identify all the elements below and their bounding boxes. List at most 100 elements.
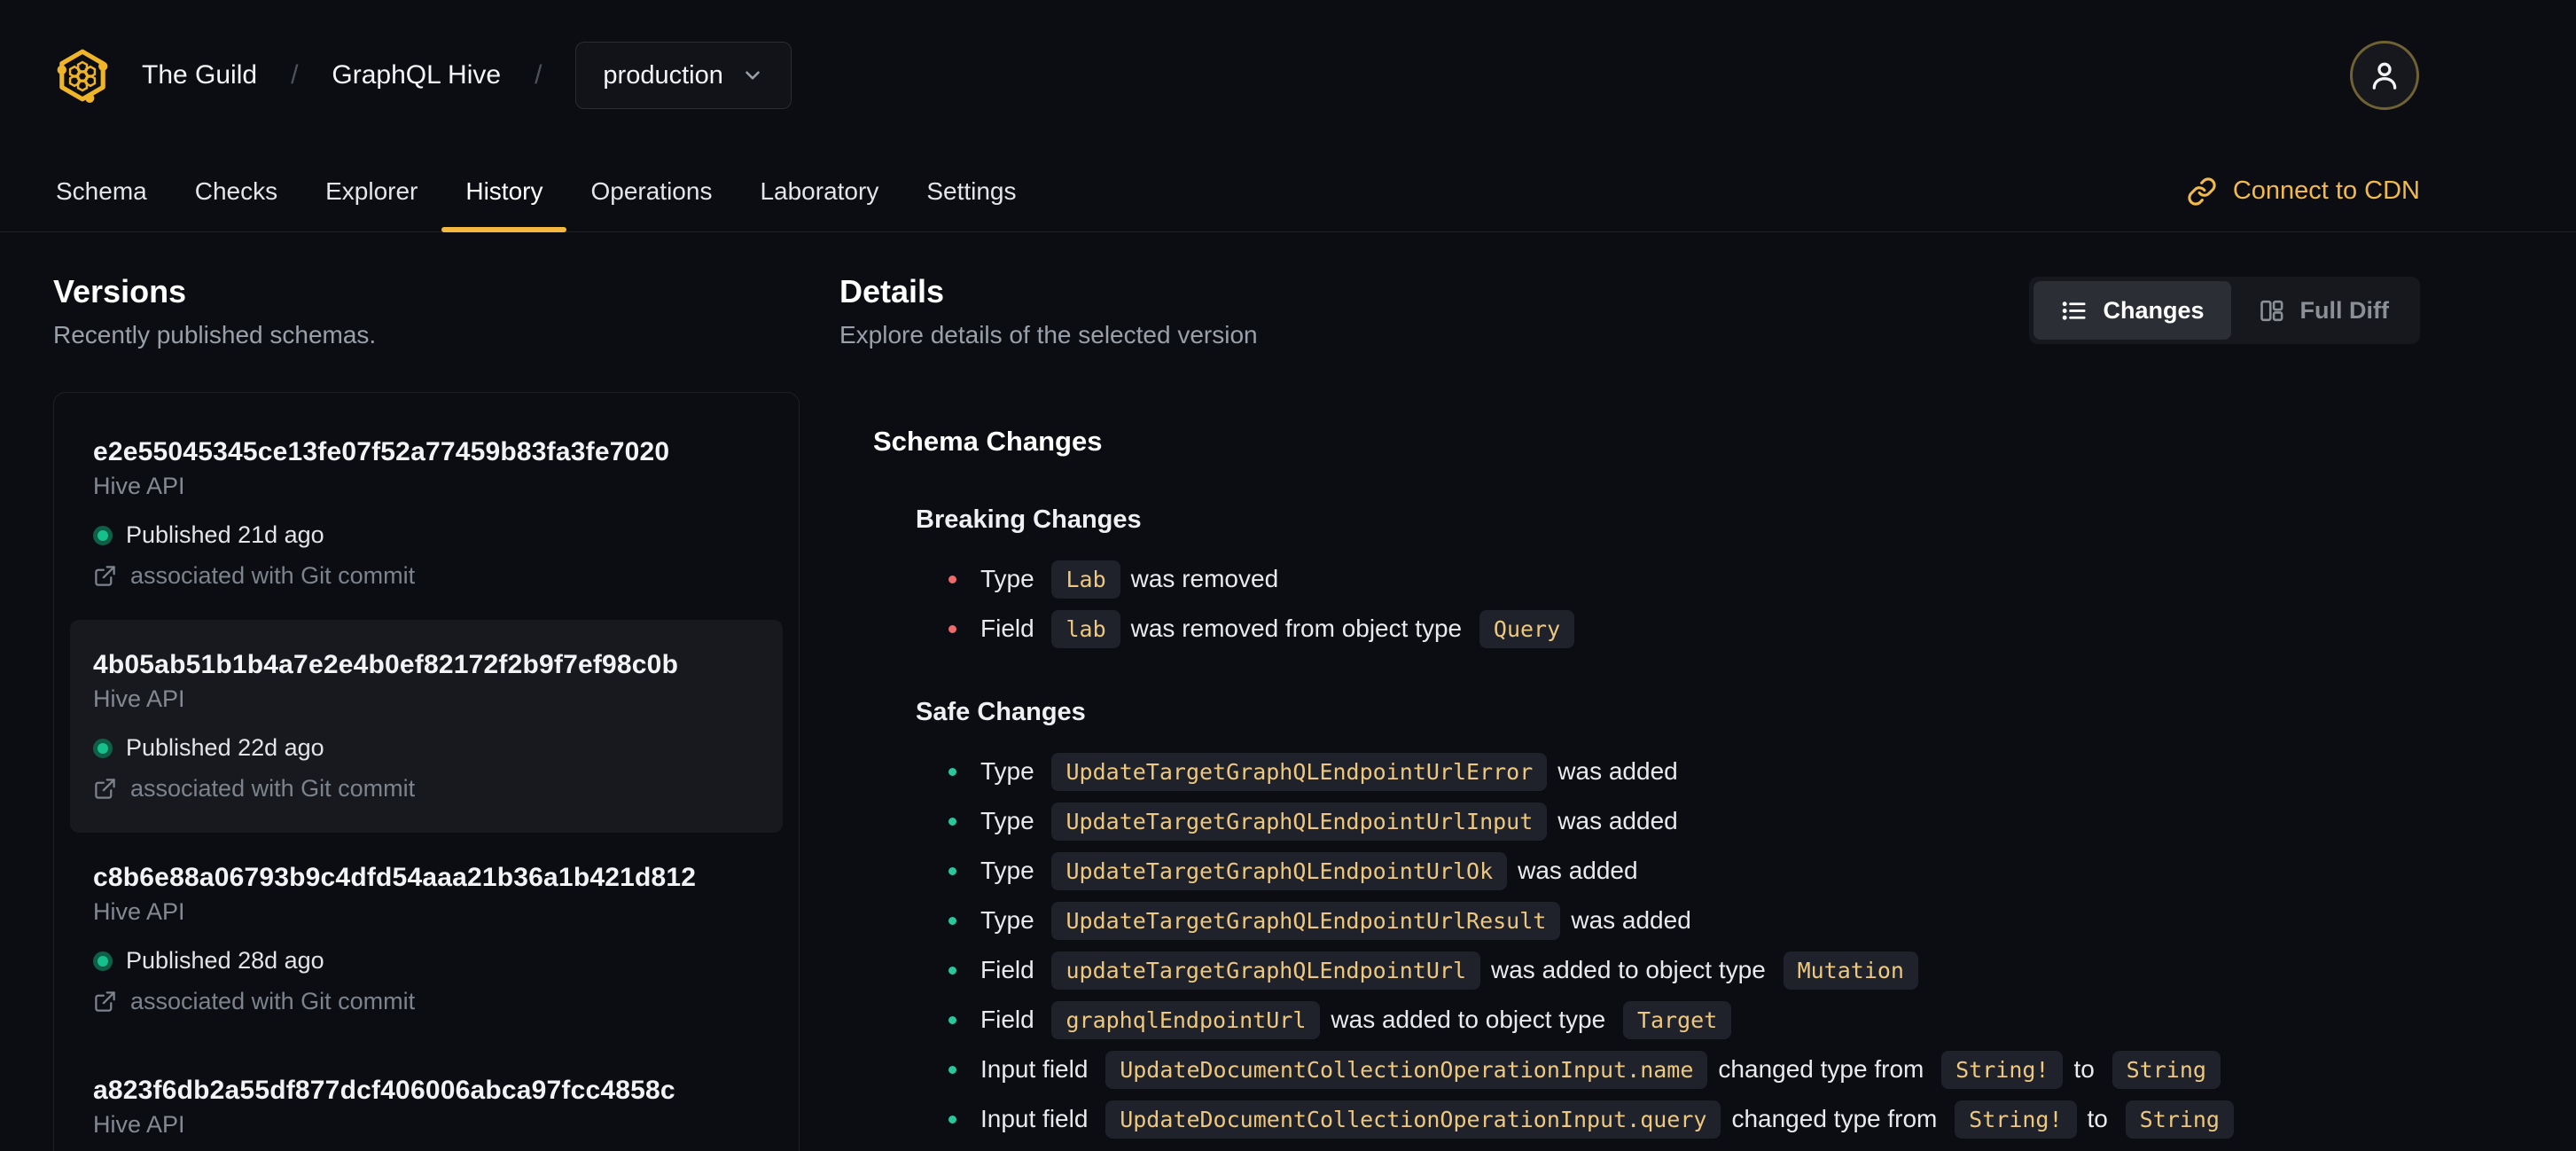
nav-tab-laboratory[interactable]: Laboratory bbox=[736, 151, 902, 231]
version-hash: c8b6e88a06793b9c4dfd54aaa21b36a1b421d812 bbox=[93, 863, 697, 892]
change-group-title: Safe Changes bbox=[916, 698, 1086, 726]
change-row: Input field UpdateDocumentCollectionOper… bbox=[916, 1098, 2420, 1140]
change-row: Type UpdateTargetGraphQLEndpointUrlResul… bbox=[916, 899, 2420, 942]
code-chip: UpdateTargetGraphQLEndpointUrlOk bbox=[1051, 851, 1508, 890]
full-diff-view-button[interactable]: Full Diff bbox=[2231, 281, 2416, 340]
target-select-value: production bbox=[603, 60, 723, 90]
external-link-icon bbox=[95, 779, 115, 799]
version-git-text: associated with Git commit bbox=[130, 988, 416, 1014]
code-chip: String bbox=[2112, 1050, 2221, 1089]
version-card[interactable]: c8b6e88a06793b9c4dfd54aaa21b36a1b421d812… bbox=[70, 833, 783, 1045]
version-git-link[interactable]: associated with Git commit bbox=[93, 988, 760, 1015]
code-chip: UpdateTargetGraphQLEndpointUrlError bbox=[1051, 752, 1548, 791]
change-text: was removed bbox=[1130, 565, 1285, 592]
version-published-text: Published 22d ago bbox=[126, 734, 324, 761]
nav-tab-operations[interactable]: Operations bbox=[566, 151, 736, 231]
nav-tab-explorer[interactable]: Explorer bbox=[301, 151, 441, 231]
breadcrumb-org[interactable]: The Guild bbox=[142, 60, 257, 90]
change-text: was added bbox=[1518, 857, 1645, 884]
change-bullet bbox=[948, 575, 956, 583]
changes-view-button[interactable]: Changes bbox=[2033, 281, 2231, 340]
version-hash: a823f6db2a55df877dcf406006abca97fcc4858c bbox=[93, 1076, 675, 1105]
details-title: Details bbox=[839, 273, 945, 309]
code-chip: Lab bbox=[1051, 560, 1120, 599]
change-list: Type Lab was removed Field lab was removed… bbox=[916, 558, 2420, 650]
change-text: Input field bbox=[980, 1105, 1096, 1132]
change-text: Type bbox=[980, 757, 1042, 785]
published-status-dot bbox=[93, 525, 113, 545]
hive-logo-icon[interactable] bbox=[53, 44, 112, 106]
nav-tab-checks[interactable]: Checks bbox=[171, 151, 301, 231]
target-select[interactable]: production bbox=[575, 42, 792, 109]
list-icon bbox=[2063, 301, 2087, 320]
versions-subtitle: Recently published schemas. bbox=[53, 321, 377, 348]
nav-tab-history[interactable]: History bbox=[441, 151, 567, 232]
version-service: Hive API bbox=[93, 1111, 185, 1138]
version-service: Hive API bbox=[93, 898, 185, 925]
breadcrumb: The Guild / GraphQL Hive / production bbox=[53, 42, 792, 109]
change-row: Type UpdateTargetGraphQLEndpointUrlError… bbox=[916, 750, 2420, 793]
change-text: Field bbox=[980, 1006, 1042, 1033]
version-card[interactable]: e2e55045345ce13fe07f52a77459b83fa3fe7020… bbox=[70, 407, 783, 620]
change-text: was removed from object type bbox=[1130, 615, 1469, 642]
change-list: Type UpdateTargetGraphQLEndpointUrlError… bbox=[916, 750, 2420, 1140]
code-chip: String! bbox=[1941, 1050, 2064, 1089]
change-row: Type UpdateTargetGraphQLEndpointUrlInput… bbox=[916, 800, 2420, 842]
code-chip: lab bbox=[1051, 609, 1120, 648]
change-bullet bbox=[948, 1065, 956, 1074]
version-git-text: associated with Git commit bbox=[130, 775, 416, 802]
version-card[interactable]: 4b05ab51b1b4a7e2e4b0ef82172f2b9f7ef98c0b… bbox=[70, 620, 783, 833]
change-text: Type bbox=[980, 565, 1042, 592]
published-status-dot bbox=[93, 738, 113, 758]
change-text: Type bbox=[980, 857, 1042, 884]
change-text: Type bbox=[980, 807, 1042, 834]
code-chip: String! bbox=[1955, 1100, 2077, 1139]
top-bar: The Guild / GraphQL Hive / production bbox=[0, 0, 2576, 151]
versions-panel: Versions Recently published schemas. e2e… bbox=[53, 273, 800, 1151]
change-groups: Breaking Changes Type Lab was removed Fie… bbox=[873, 505, 2420, 1140]
breadcrumb-separator: / bbox=[535, 60, 543, 90]
nav-tab-schema[interactable]: Schema bbox=[32, 151, 171, 231]
user-avatar[interactable] bbox=[2350, 41, 2419, 110]
code-chip: updateTargetGraphQLEndpointUrl bbox=[1051, 951, 1481, 990]
code-chip: Mutation bbox=[1783, 951, 1918, 990]
external-link-icon bbox=[95, 566, 115, 586]
change-bullet bbox=[948, 817, 956, 826]
code-chip: UpdateTargetGraphQLEndpointUrlResult bbox=[1051, 901, 1561, 940]
version-git-link[interactable]: associated with Git commit bbox=[93, 562, 760, 590]
change-row: Type Lab was removed bbox=[916, 558, 2420, 600]
change-bullet bbox=[948, 1015, 956, 1024]
change-text: Field bbox=[980, 956, 1042, 983]
version-published-text: Published 21d ago bbox=[126, 521, 324, 548]
change-bullet bbox=[948, 866, 956, 875]
change-text: was added bbox=[1557, 807, 1685, 834]
connect-to-cdn-link[interactable]: Connect to CDN bbox=[2187, 151, 2420, 231]
nav-tab-settings[interactable]: Settings bbox=[902, 151, 1040, 231]
version-git-link[interactable]: associated with Git commit bbox=[93, 775, 760, 803]
code-chip: String bbox=[2125, 1100, 2234, 1139]
full-diff-view-label: Full Diff bbox=[2299, 296, 2389, 324]
version-list: e2e55045345ce13fe07f52a77459b83fa3fe7020… bbox=[53, 392, 800, 1151]
change-row: Field updateTargetGraphQLEndpointUrl was … bbox=[916, 949, 2420, 991]
change-bullet bbox=[948, 624, 956, 633]
schema-changes-section: Schema Changes Breaking Changes Type Lab… bbox=[873, 426, 2420, 1140]
change-text: to bbox=[2073, 1055, 2102, 1083]
code-chip: Query bbox=[1479, 609, 1575, 648]
code-chip: UpdateDocumentCollectionOperationInput.q… bbox=[1105, 1100, 1721, 1139]
change-text: changed type from bbox=[1718, 1055, 1932, 1083]
change-group-title: Breaking Changes bbox=[916, 505, 1142, 534]
version-service: Hive API bbox=[93, 685, 185, 712]
change-row: Field graphqlEndpointUrl was added to obj… bbox=[916, 998, 2420, 1041]
version-card[interactable]: a823f6db2a55df877dcf406006abca97fcc4858c… bbox=[70, 1045, 783, 1151]
changes-view-label: Changes bbox=[2103, 296, 2205, 324]
external-link-icon bbox=[95, 991, 115, 1012]
change-text: Field bbox=[980, 615, 1042, 642]
version-hash: 4b05ab51b1b4a7e2e4b0ef82172f2b9f7ef98c0b bbox=[93, 650, 679, 679]
version-status: Published 21d ago bbox=[93, 521, 760, 549]
change-group: Safe Changes Type UpdateTargetGraphQLEnd… bbox=[916, 698, 2420, 1140]
breadcrumb-project[interactable]: GraphQL Hive bbox=[332, 60, 501, 90]
change-bullet bbox=[948, 966, 956, 975]
project-nav: Schema Checks Explorer History Operations Lab… bbox=[0, 151, 2576, 232]
details-subtitle: Explore details of the selected version bbox=[839, 321, 1258, 348]
details-title-block: Details Explore details of the selected … bbox=[839, 273, 1258, 349]
